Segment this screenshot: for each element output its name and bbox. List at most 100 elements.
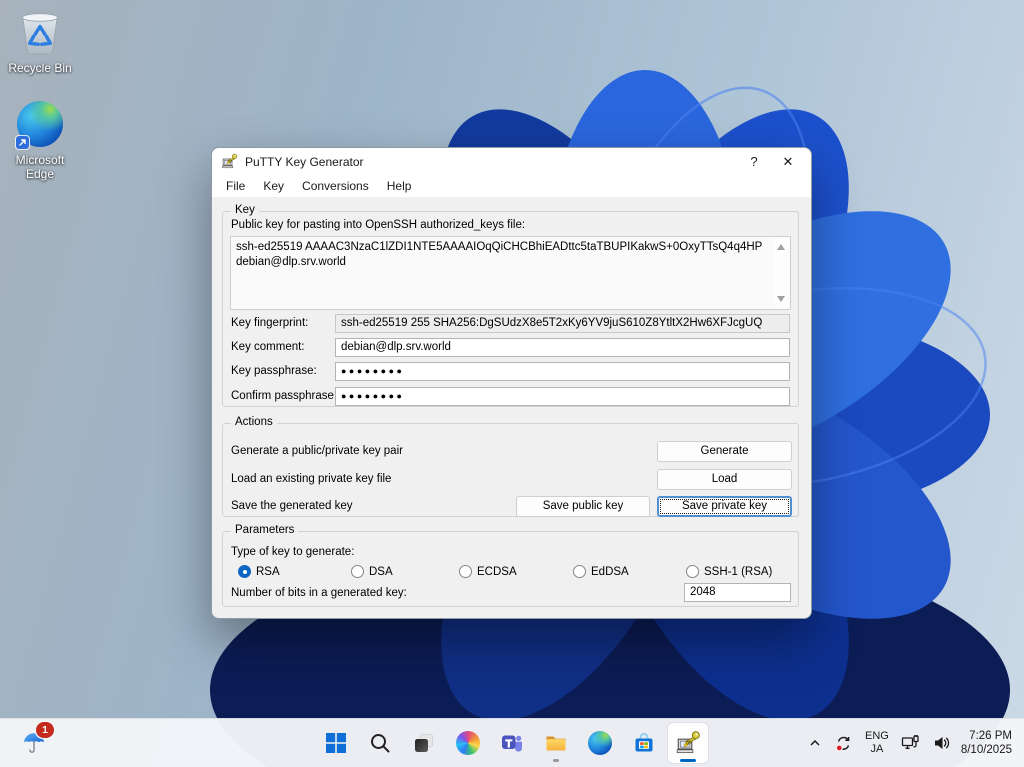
radio-label: DSA	[369, 566, 393, 578]
clock-time: 7:26 PM	[961, 729, 1012, 743]
tray-volume[interactable]	[927, 734, 957, 752]
desktop-icon-label: Microsoft Edge	[2, 153, 78, 181]
passphrase-label: Key passphrase:	[231, 365, 317, 377]
recycle-bin-icon	[2, 6, 78, 58]
taskbar-item-edge[interactable]	[580, 723, 620, 763]
radio-label: ECDSA	[477, 566, 517, 578]
fingerprint-label: Key fingerprint:	[231, 317, 308, 329]
copilot-icon	[456, 731, 480, 755]
tray-network[interactable]	[895, 734, 927, 752]
network-ethernet-icon	[901, 734, 921, 752]
shortcut-arrow-icon	[16, 136, 29, 149]
menu-bar: File Key Conversions Help	[212, 175, 811, 197]
window-title: PuTTY Key Generator	[245, 155, 737, 169]
key-groupbox: Key Public key for pasting into OpenSSH …	[222, 211, 799, 407]
window-titlebar[interactable]: PuTTY Key Generator ? ✕	[212, 148, 811, 175]
tray-update-status[interactable]	[828, 734, 859, 753]
widgets-button[interactable]: 1	[10, 723, 58, 763]
help-button[interactable]: ?	[737, 149, 771, 175]
file-explorer-icon	[544, 731, 568, 755]
load-row-label: Load an existing private key file	[231, 471, 391, 488]
public-key-textarea[interactable]: ssh-ed25519 AAAAC3NzaC1lZDI1NTE5AAAAIOqQ…	[230, 236, 791, 310]
actions-groupbox: Actions Generate a public/private key pa…	[222, 423, 799, 517]
bits-field[interactable]: 2048	[684, 583, 791, 602]
task-view-icon	[413, 732, 435, 754]
system-tray: ENG JA 7:26 PM 8/10/2025	[802, 719, 1020, 767]
radio-label: EdDSA	[591, 566, 629, 578]
confirm-passphrase-field[interactable]: ●●●●●●●●	[335, 387, 790, 406]
language-line2: JA	[865, 743, 889, 756]
taskbar-item-file-explorer[interactable]	[536, 723, 576, 763]
notification-badge: 1	[36, 722, 54, 738]
taskbar-item-teams[interactable]	[492, 723, 532, 763]
confirm-passphrase-row: Confirm passphrase: ●●●●●●●●	[223, 387, 798, 406]
radio-icon	[459, 565, 472, 578]
puttygen-icon	[221, 153, 238, 170]
menu-conversions[interactable]: Conversions	[293, 175, 378, 197]
tray-overflow-button[interactable]	[802, 736, 828, 750]
radio-label: RSA	[256, 566, 280, 578]
radio-label: SSH-1 (RSA)	[704, 566, 772, 578]
key-type-label: Type of key to generate:	[231, 546, 354, 558]
close-button[interactable]: ✕	[771, 149, 805, 175]
generate-row-label: Generate a public/private key pair	[231, 443, 403, 460]
actions-group-title: Actions	[231, 416, 277, 428]
start-icon	[325, 732, 347, 754]
radio-icon	[573, 565, 586, 578]
search-icon	[369, 732, 391, 754]
taskbar-item-puttygen[interactable]	[668, 723, 708, 763]
radio-selected-icon	[238, 565, 251, 578]
parameters-groupbox: Parameters Type of key to generate: RSA …	[222, 531, 799, 607]
tray-clock[interactable]: 7:26 PM 8/10/2025	[957, 729, 1020, 757]
window-client-area: Key Public key for pasting into OpenSSH …	[212, 197, 811, 618]
desktop-icon-microsoft-edge[interactable]: Microsoft Edge	[2, 98, 78, 181]
scrollbar[interactable]	[774, 238, 789, 308]
taskbar-item-start[interactable]	[316, 723, 356, 763]
taskbar-item-task-view[interactable]	[404, 723, 444, 763]
menu-file[interactable]: File	[217, 175, 254, 197]
desktop-icon-label: Recycle Bin	[2, 61, 78, 75]
sync-alert-icon	[834, 734, 853, 753]
public-key-value: ssh-ed25519 AAAAC3NzaC1lZDI1NTE5AAAAIOqQ…	[236, 241, 762, 268]
radio-dsa[interactable]: DSA	[351, 564, 393, 579]
edge-icon	[2, 98, 78, 150]
scroll-up-icon[interactable]	[777, 244, 785, 250]
load-button[interactable]: Load	[657, 469, 792, 490]
radio-icon	[351, 565, 364, 578]
passphrase-field[interactable]: ●●●●●●●●	[335, 362, 790, 381]
puttygen-window: PuTTY Key Generator ? ✕ File Key Convers…	[211, 147, 812, 619]
fingerprint-field: ssh-ed25519 255 SHA256:DgSUdzX8e5T2xKy6Y…	[335, 314, 790, 333]
store-icon	[632, 731, 656, 755]
edge-icon	[588, 731, 612, 755]
menu-help[interactable]: Help	[378, 175, 421, 197]
public-key-label: Public key for pasting into OpenSSH auth…	[231, 219, 525, 231]
bits-label: Number of bits in a generated key:	[231, 587, 407, 599]
comment-row: Key comment: debian@dlp.srv.world	[223, 338, 798, 357]
passphrase-row: Key passphrase: ●●●●●●●●	[223, 362, 798, 381]
tray-language-switcher[interactable]: ENG JA	[859, 730, 895, 756]
speaker-icon	[933, 734, 951, 752]
save-public-key-button[interactable]: Save public key	[516, 496, 650, 517]
taskbar-item-search[interactable]	[360, 723, 400, 763]
radio-rsa[interactable]: RSA	[238, 564, 280, 579]
desktop-icon-recycle-bin[interactable]: Recycle Bin	[2, 6, 78, 75]
radio-eddsa[interactable]: EdDSA	[573, 564, 629, 579]
taskbar-item-store[interactable]	[624, 723, 664, 763]
scroll-down-icon[interactable]	[777, 296, 785, 302]
language-line1: ENG	[865, 730, 889, 743]
menu-key[interactable]: Key	[254, 175, 293, 197]
radio-ssh1-rsa[interactable]: SSH-1 (RSA)	[686, 564, 772, 579]
chevron-up-icon	[808, 736, 822, 750]
confirm-passphrase-label: Confirm passphrase:	[231, 390, 337, 402]
parameters-group-title: Parameters	[231, 524, 298, 536]
running-app-indicator	[553, 759, 559, 762]
fingerprint-row: Key fingerprint: ssh-ed25519 255 SHA256:…	[223, 314, 798, 333]
active-app-indicator	[680, 759, 696, 762]
generate-button[interactable]: Generate	[657, 441, 792, 462]
comment-label: Key comment:	[231, 341, 305, 353]
radio-icon	[686, 565, 699, 578]
taskbar-item-copilot[interactable]	[448, 723, 488, 763]
save-private-key-button[interactable]: Save private key	[657, 496, 792, 517]
comment-field[interactable]: debian@dlp.srv.world	[335, 338, 790, 357]
radio-ecdsa[interactable]: ECDSA	[459, 564, 517, 579]
